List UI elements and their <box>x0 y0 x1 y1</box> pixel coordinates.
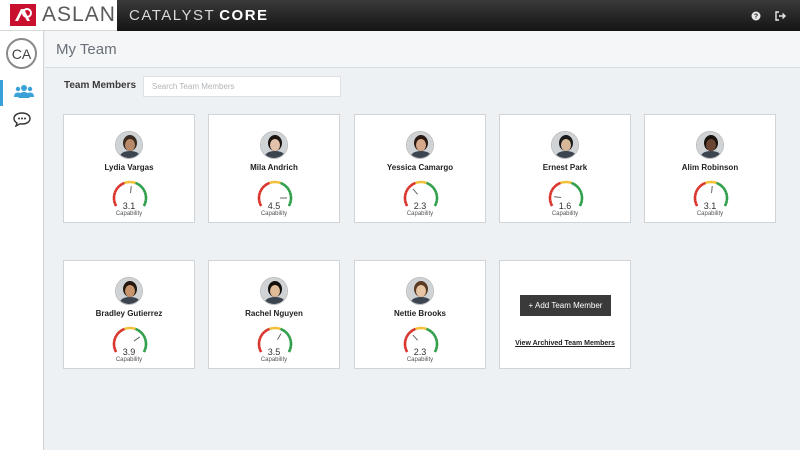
capability-label: Capability <box>406 357 434 363</box>
member-name: Ernest Park <box>542 163 588 172</box>
capability-label: Capability <box>115 357 143 363</box>
view-archived-link[interactable]: View Archived Team Members <box>500 340 630 347</box>
member-photo <box>115 131 143 159</box>
team-member-card[interactable]: Bradley Gutierrez 3.9 Capability <box>63 260 195 369</box>
member-name: Alim Robinson <box>681 163 739 172</box>
capability-score: 4.5 <box>267 201 281 211</box>
capability-label: Capability <box>115 211 143 217</box>
capability-score: 3.5 <box>267 347 281 357</box>
team-member-card[interactable]: Mila Andrich 4.5 Capability <box>208 114 340 223</box>
sidebar-item-team[interactable] <box>0 80 44 106</box>
team-member-card[interactable]: Nettie Brooks 2.3 Capability <box>354 260 486 369</box>
sidebar-item-chat[interactable] <box>0 109 44 135</box>
svg-text:?: ? <box>754 13 758 20</box>
capability-score: 3.1 <box>122 201 136 211</box>
capability-score: 3.1 <box>703 201 717 211</box>
member-photo <box>551 131 579 159</box>
top-bar: ASLAN CATALYST CORE ? <box>0 0 800 31</box>
capability-score: 3.9 <box>122 347 136 357</box>
capability-label: Capability <box>551 211 579 217</box>
capability-score: 1.6 <box>558 201 572 211</box>
logout-icon[interactable] <box>774 10 786 22</box>
capability-label: Capability <box>260 357 288 363</box>
member-name: Mila Andrich <box>250 163 298 172</box>
add-member-card: + Add Team Member View Archived Team Mem… <box>499 260 631 369</box>
product-bar: CATALYST CORE ? <box>117 0 800 31</box>
team-member-card[interactable]: Lydia Vargas 3.1 Capability <box>63 114 195 223</box>
brand-name: ASLAN <box>42 3 116 26</box>
member-photo <box>260 131 288 159</box>
product-name-bold: CORE <box>219 7 269 24</box>
member-photo <box>696 131 724 159</box>
page-header: My Team <box>45 31 800 68</box>
team-icon <box>13 83 34 104</box>
aslan-logo-icon <box>9 4 37 26</box>
sidebar: CA <box>0 31 44 450</box>
capability-score: 2.3 <box>413 201 427 211</box>
product-name-light: CATALYST <box>129 7 216 24</box>
member-name: Lydia Vargas <box>104 163 154 172</box>
page-title: My Team <box>56 41 117 58</box>
chat-icon <box>13 112 31 132</box>
member-photo <box>406 131 434 159</box>
team-members-label: Team Members <box>64 80 137 91</box>
member-name: Bradley Gutierrez <box>95 309 163 318</box>
member-name: Yessica Camargo <box>386 163 454 172</box>
member-name: Nettie Brooks <box>393 309 446 318</box>
member-photo <box>260 277 288 305</box>
capability-label: Capability <box>406 211 434 217</box>
member-photo <box>115 277 143 305</box>
member-name: Rachel Nguyen <box>245 309 303 318</box>
team-member-card[interactable]: Yessica Camargo 2.3 Capability <box>354 114 486 223</box>
team-member-card[interactable]: Alim Robinson 3.1 Capability <box>644 114 776 223</box>
capability-label: Capability <box>696 211 724 217</box>
search-input[interactable] <box>143 76 341 97</box>
avatar[interactable]: CA <box>6 38 37 69</box>
team-member-card[interactable]: Ernest Park 1.6 Capability <box>499 114 631 223</box>
team-member-card[interactable]: Rachel Nguyen 3.5 Capability <box>208 260 340 369</box>
help-icon[interactable]: ? <box>750 10 762 22</box>
add-team-member-button[interactable]: + Add Team Member <box>520 295 611 316</box>
member-photo <box>406 277 434 305</box>
capability-label: Capability <box>260 211 288 217</box>
capability-score: 2.3 <box>413 347 427 357</box>
brand[interactable]: ASLAN <box>0 0 117 31</box>
